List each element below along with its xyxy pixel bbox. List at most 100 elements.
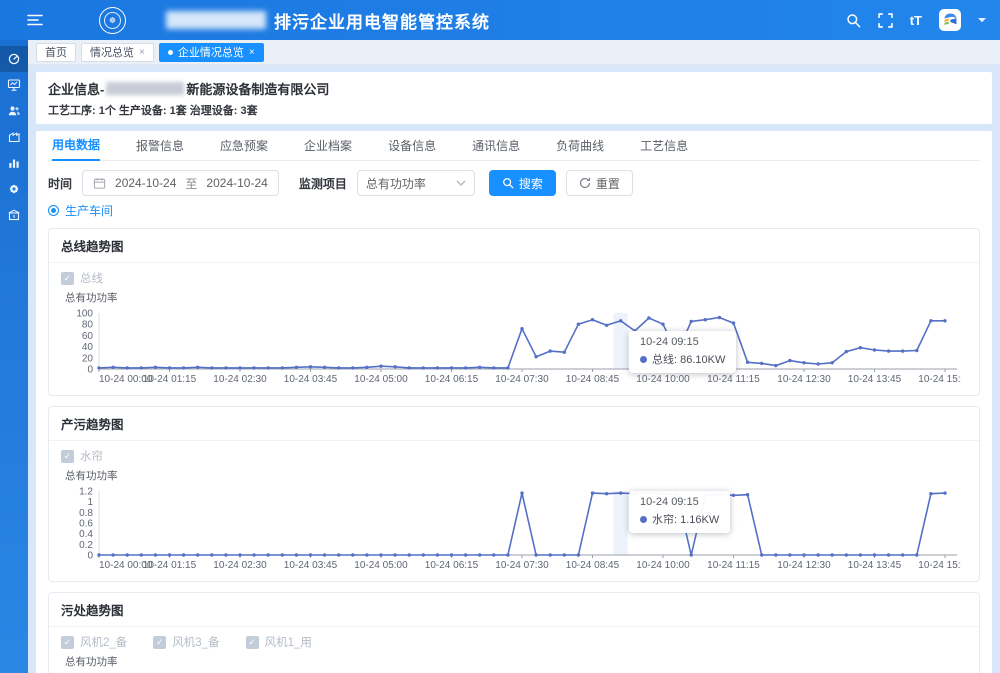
company-title: 企业信息- 新能源设备制造有限公司	[48, 79, 980, 98]
date-end-value[interactable]: 2024-10-24	[206, 176, 267, 190]
checkbox-icon: ✓	[246, 636, 259, 649]
user-menu-caret-icon[interactable]	[978, 18, 986, 23]
legend-checkbox[interactable]: ✓风机2_备	[61, 634, 127, 650]
menu-collapse-icon[interactable]	[27, 12, 43, 28]
x-tick-label: 10-24 03:45	[284, 374, 338, 385]
pollution-production-trend-card: 产污趋势图 ✓水帘 总有功功率 00.20.40.60.811.210-24 0…	[48, 406, 980, 582]
main-panel: 用电数据 报警信息 应急预案 企业档案 设备信息 通讯信息 负荷曲线 工艺信息 …	[36, 131, 992, 673]
reset-button-label: 重置	[596, 175, 620, 192]
sidebar-item-archive[interactable]	[0, 202, 28, 228]
chevron-down-icon	[456, 180, 466, 186]
y-tick-label: 1	[87, 497, 93, 508]
x-tick-label: 10-24 08:45	[566, 560, 620, 571]
radio-selected-icon	[48, 205, 59, 216]
crumb-tab-home[interactable]: 首页	[36, 43, 76, 62]
series-line	[99, 318, 945, 368]
tooltip-value: 水帘: 1.16KW	[652, 511, 719, 527]
close-icon[interactable]: ×	[139, 47, 145, 58]
x-tick-label: 10-24 11:15	[707, 560, 760, 571]
workshop-radio[interactable]: 生产车间	[48, 202, 980, 219]
tab-emergency-plan[interactable]: 应急预案	[220, 131, 268, 161]
close-icon[interactable]: ×	[249, 47, 255, 58]
company-stats: 工艺工序: 1个 生产设备: 1套 治理设备: 3套	[48, 102, 980, 118]
tab-process-info[interactable]: 工艺信息	[640, 131, 688, 161]
tab-load-curve[interactable]: 负荷曲线	[556, 131, 604, 161]
sidebar-item-settings[interactable]	[0, 176, 28, 202]
sidebar-item-dashboard[interactable]	[0, 46, 28, 72]
pollution-treatment-trend-card: 污处趋势图 ✓风机2_备✓风机3_备✓风机1_用 总有功功率 036912151…	[48, 592, 980, 673]
crumb-label: 情况总览	[90, 44, 134, 60]
x-tick-label: 10-24 13:45	[848, 560, 902, 571]
tab-enterprise-archive[interactable]: 企业档案	[304, 131, 352, 161]
series-color-dot	[640, 356, 647, 363]
gear-icon	[7, 182, 21, 196]
x-tick-label: 10-24 13:45	[848, 374, 902, 385]
x-tick-label: 10-24 07:30	[495, 560, 549, 571]
y-tick-label: 0	[87, 551, 93, 562]
workshop-radio-label: 生产车间	[65, 202, 113, 219]
legend-label: 风机3_备	[172, 634, 219, 650]
crumb-tab-overview[interactable]: 情况总览 ×	[81, 43, 154, 62]
tab-power-data[interactable]: 用电数据	[52, 131, 100, 161]
legend-checkbox[interactable]: ✓总线	[61, 270, 103, 286]
crumb-tab-enterprise-overview[interactable]: 企业情况总览 ×	[159, 43, 264, 62]
x-tick-label: 10-24 05:00	[354, 374, 408, 385]
series-line	[99, 493, 945, 555]
font-size-icon[interactable]: tT	[910, 13, 922, 28]
chart-area[interactable]: 036912151810-24 00:0010-24 01:1510-24 02…	[53, 669, 979, 673]
tooltip-series-row: 总线: 86.10KW	[640, 351, 725, 367]
chart-title: 产污趋势图	[49, 407, 979, 441]
x-tick-label: 10-24 06:15	[425, 560, 479, 571]
date-start-value[interactable]: 2024-10-24	[115, 176, 176, 190]
sidebar-item-statistics[interactable]	[0, 150, 28, 176]
bus-trend-card: 总线趋势图 ✓总线 总有功功率 02040608010010-24 00:001…	[48, 228, 980, 396]
tooltip-series-row: 水帘: 1.16KW	[640, 511, 719, 527]
breadcrumb-tab-bar: 首页 情况总览 × 企业情况总览 ×	[28, 40, 1000, 65]
tab-device-info[interactable]: 设备信息	[388, 131, 436, 161]
checkbox-icon: ✓	[61, 272, 74, 285]
tab-alarm-info[interactable]: 报警信息	[136, 131, 184, 161]
company-title-suffix: 新能源设备制造有限公司	[186, 79, 329, 98]
date-range-picker[interactable]: 2024-10-24 至 2024-10-24	[82, 170, 279, 196]
search-button[interactable]: 搜索	[489, 170, 556, 196]
user-avatar[interactable]	[939, 9, 961, 31]
y-axis-name: 总有功功率	[65, 468, 979, 483]
page-scroll-area[interactable]: 企业信息- 新能源设备制造有限公司 工艺工序: 1个 生产设备: 1套 治理设备…	[28, 65, 1000, 673]
detail-tab-bar: 用电数据 报警信息 应急预案 企业档案 设备信息 通讯信息 负荷曲线 工艺信息	[48, 131, 980, 161]
x-tick-label: 10-24 03:45	[284, 560, 338, 571]
sidebar-item-monitor[interactable]	[0, 72, 28, 98]
legend-checkbox[interactable]: ✓风机1_用	[246, 634, 312, 650]
chart-area[interactable]: 02040608010010-24 00:0010-24 01:1510-24 …	[53, 305, 979, 391]
x-tick-label: 10-24 01:15	[143, 560, 197, 571]
legend-checkbox[interactable]: ✓ 风机3_备	[153, 634, 219, 650]
x-tick-label: 10-24 05:00	[354, 560, 408, 571]
chart-area[interactable]: 00.20.40.60.811.210-24 00:0010-24 01:151…	[53, 483, 979, 577]
chart-tooltip: 10-24 09:15总线: 86.10KW	[629, 331, 736, 373]
chart-legend: ✓总线	[49, 263, 979, 287]
y-tick-label: 0.4	[79, 529, 93, 540]
x-tick-label: 10-24 02:30	[213, 374, 267, 385]
select-value: 总有功功率	[366, 175, 426, 192]
chart-legend: ✓水帘	[49, 441, 979, 465]
monitor-item-select[interactable]: 总有功功率	[357, 170, 475, 196]
reset-button[interactable]: 重置	[566, 170, 633, 196]
legend-checkbox[interactable]: ✓水帘	[61, 448, 103, 464]
x-tick-label: 10-24 06:15	[425, 374, 479, 385]
checkbox-icon: ✓	[153, 636, 166, 649]
y-tick-label: 1.2	[79, 487, 93, 498]
sidebar-item-users[interactable]	[0, 98, 28, 124]
refresh-icon	[579, 177, 591, 189]
bar-chart-icon	[7, 156, 21, 170]
redacted-company-name	[106, 82, 184, 95]
hover-highlight-band	[614, 491, 628, 555]
x-tick-label: 10-24 15:00	[918, 374, 961, 385]
sidebar-item-enterprise[interactable]	[0, 124, 28, 150]
app-header: ☸ 排污企业用电智能管控系统 tT	[0, 0, 1000, 40]
range-separator: 至	[185, 175, 197, 192]
y-tick-label: 0.8	[79, 508, 93, 519]
x-tick-label: 10-24 12:30	[777, 560, 831, 571]
fullscreen-icon[interactable]	[878, 13, 893, 28]
tab-communication-info[interactable]: 通讯信息	[472, 131, 520, 161]
search-icon[interactable]	[846, 13, 861, 28]
y-tick-label: 0.6	[79, 519, 93, 530]
